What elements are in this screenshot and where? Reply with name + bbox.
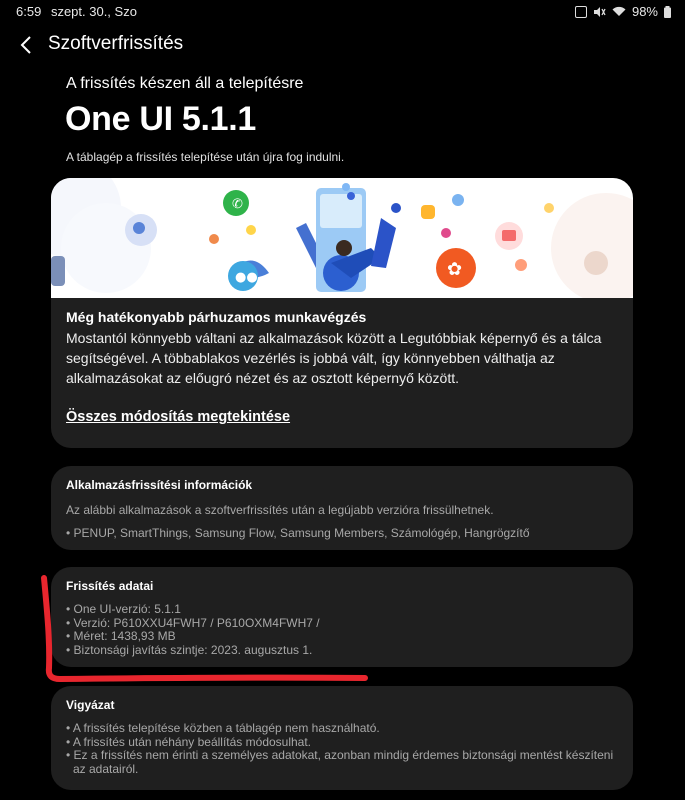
status-time: 6:59 (16, 4, 42, 19)
update-details-list: • One UI-verzió: 5.1.1 • Verzió: P610XXU… (66, 602, 626, 657)
list-item: • Ez a frissítés nem érinti a személyes … (66, 748, 614, 776)
page-title: Szoftverfrissítés (48, 33, 184, 54)
list-item: • Verzió: P610XXU4FWH7 / P610OXM4FWH7 / (66, 615, 320, 630)
app-updates-title: Alkalmazásfrissítési információk (66, 478, 253, 492)
caution-title: Vigyázat (66, 698, 115, 712)
feature-banner-illustration: ✆ ●● ✿ (51, 178, 633, 298)
version-name: One UI 5.1.1 (65, 100, 257, 138)
mute-icon (593, 6, 606, 17)
list-item: • A frissítés telepítése közben a táblag… (66, 721, 380, 735)
update-details-title: Frissítés adatai (66, 579, 154, 593)
list-item: • One UI-verzió: 5.1.1 (66, 602, 181, 616)
status-bar: 6:59 szept. 30., Szo 98% (0, 0, 685, 22)
app-updates-card: Alkalmazásfrissítési információk Az aláb… (51, 466, 633, 550)
multitasking-illustration: ✆ ●● ✿ (51, 178, 633, 298)
view-all-changes-link[interactable]: Összes módosítás megtekintése (66, 409, 290, 425)
status-left: 6:59 szept. 30., Szo (16, 4, 143, 19)
caution-card: Vigyázat • A frissítés telepítése közben… (51, 686, 633, 790)
app-header: Szoftverfrissítés (0, 28, 685, 64)
ready-text: A frissítés készen áll a telepítésre (66, 75, 304, 92)
svg-text:✿: ✿ (447, 259, 462, 280)
battery-icon (664, 5, 671, 18)
update-details-card: Frissítés adatai • One UI-verzió: 5.1.1 … (51, 567, 633, 667)
chevron-left-icon (20, 36, 31, 54)
feature-title: Még hatékonyabb párhuzamos munkavégzés (66, 309, 367, 325)
restart-note: A táblagép a frissítés telepítése után ú… (66, 150, 345, 164)
caution-list: • A frissítés telepítése közben a táblag… (66, 721, 626, 776)
list-item: • Méret: 1438,93 MB (66, 629, 176, 643)
status-right: 98% (574, 4, 671, 19)
feature-description: Mostantól könnyebb váltani az alkalmazás… (66, 330, 602, 386)
back-button[interactable] (14, 32, 38, 58)
list-item: • Biztonsági javítás szintje: 2023. augu… (66, 642, 313, 657)
battery-text: 98% (631, 4, 658, 19)
svg-text:●●: ●● (235, 270, 258, 285)
app-updates-description: Az alábbi alkalmazások a szoftverfrissít… (66, 503, 494, 517)
status-date: szept. 30., Szo (50, 4, 137, 19)
svg-text:✆: ✆ (232, 197, 243, 212)
notification-icon (574, 5, 587, 18)
app-updates-list: • PENUP, SmartThings, Samsung Flow, Sams… (66, 526, 530, 540)
list-item: • A frissítés után néhány beállítás módo… (66, 734, 312, 749)
wifi-icon (612, 6, 626, 16)
feature-card: ✆ ●● ✿ Még hatékonyabb párhuzamos munkav… (51, 178, 633, 448)
